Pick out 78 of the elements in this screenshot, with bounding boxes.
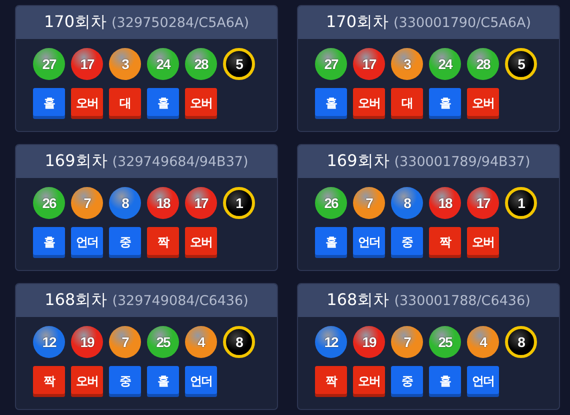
result-tag: 짝 [33, 366, 65, 397]
result-tag: 짝 [429, 227, 461, 258]
result-tag: 중 [391, 366, 423, 397]
round-title: 170회차 [326, 12, 389, 33]
result-tag: 언더 [185, 366, 217, 397]
round-title: 168회차 [44, 290, 108, 311]
number-ball: 28 [185, 48, 217, 80]
result-tag: 대 [109, 88, 141, 119]
result-tag: 오버 [353, 88, 385, 119]
result-tag: 언더 [353, 227, 385, 258]
number-ball: 7 [71, 187, 103, 219]
result-tag: 언더 [71, 227, 103, 258]
number-ball: 18 [429, 187, 461, 219]
number-ball: 26 [33, 187, 65, 219]
result-tag: 오버 [185, 227, 217, 258]
bonus-ball: 1 [223, 187, 255, 219]
round-title: 170회차 [44, 12, 107, 33]
number-ball: 7 [391, 326, 423, 358]
result-tag: 홀 [33, 88, 65, 119]
number-ball: 26 [315, 187, 347, 219]
number-ball: 28 [467, 48, 499, 80]
number-ball: 25 [429, 326, 461, 358]
result-tag: 홀 [147, 366, 179, 397]
number-ball: 17 [353, 48, 385, 80]
result-tag: 오버 [71, 88, 103, 119]
number-ball: 4 [467, 326, 499, 358]
round-code: (329749684/94B37) [112, 154, 248, 170]
result-tag: 오버 [185, 88, 217, 119]
result-tag: 중 [109, 227, 141, 258]
round-code: (329749084/C6436) [112, 292, 248, 308]
result-tag: 오버 [353, 366, 385, 397]
bonus-ball: 5 [505, 48, 537, 80]
number-ball: 19 [71, 326, 103, 358]
number-ball: 7 [353, 187, 385, 219]
result-tag: 짝 [147, 227, 179, 258]
bonus-ball: 8 [505, 326, 537, 358]
number-ball: 7 [109, 326, 141, 358]
round-code: (330001790/C5A6A) [394, 14, 531, 30]
number-ball: 3 [109, 48, 141, 80]
number-ball: 17 [467, 187, 499, 219]
number-ball: 17 [185, 187, 217, 219]
result-tag: 중 [391, 227, 423, 258]
number-ball: 3 [391, 48, 423, 80]
result-tag: 짝 [315, 366, 347, 397]
number-ball: 18 [147, 187, 179, 219]
number-ball: 12 [33, 326, 65, 358]
bonus-ball: 5 [223, 48, 255, 80]
number-ball: 24 [429, 48, 461, 80]
number-ball: 8 [109, 187, 141, 219]
number-ball: 12 [315, 326, 347, 358]
result-tag: 오버 [467, 227, 499, 258]
result-tag: 홀 [147, 88, 179, 119]
result-tag: 홀 [315, 88, 347, 119]
result-tag: 홀 [33, 227, 65, 258]
number-ball: 19 [353, 326, 385, 358]
bonus-ball: 8 [223, 326, 255, 358]
number-ball: 8 [391, 187, 423, 219]
round-title: 169회차 [326, 151, 390, 172]
result-tag: 홀 [315, 227, 347, 258]
result-tag: 중 [109, 366, 141, 397]
number-ball: 25 [147, 326, 179, 358]
round-title: 168회차 [326, 290, 390, 311]
number-ball: 17 [71, 48, 103, 80]
number-ball: 4 [185, 326, 217, 358]
result-tag: 오버 [71, 366, 103, 397]
bonus-ball: 1 [505, 187, 537, 219]
round-code: (330001789/94B37) [394, 154, 530, 170]
result-tag: 홀 [429, 88, 461, 119]
result-tag: 홀 [429, 366, 461, 397]
number-ball: 24 [147, 48, 179, 80]
number-ball: 27 [33, 48, 65, 80]
round-code: (330001788/C6436) [394, 292, 530, 308]
result-tag: 대 [391, 88, 423, 119]
round-code: (329750284/C5A6A) [112, 14, 249, 30]
result-tag: 언더 [467, 366, 499, 397]
round-title: 169회차 [44, 151, 108, 172]
number-ball: 27 [315, 48, 347, 80]
result-tag: 오버 [467, 88, 499, 119]
